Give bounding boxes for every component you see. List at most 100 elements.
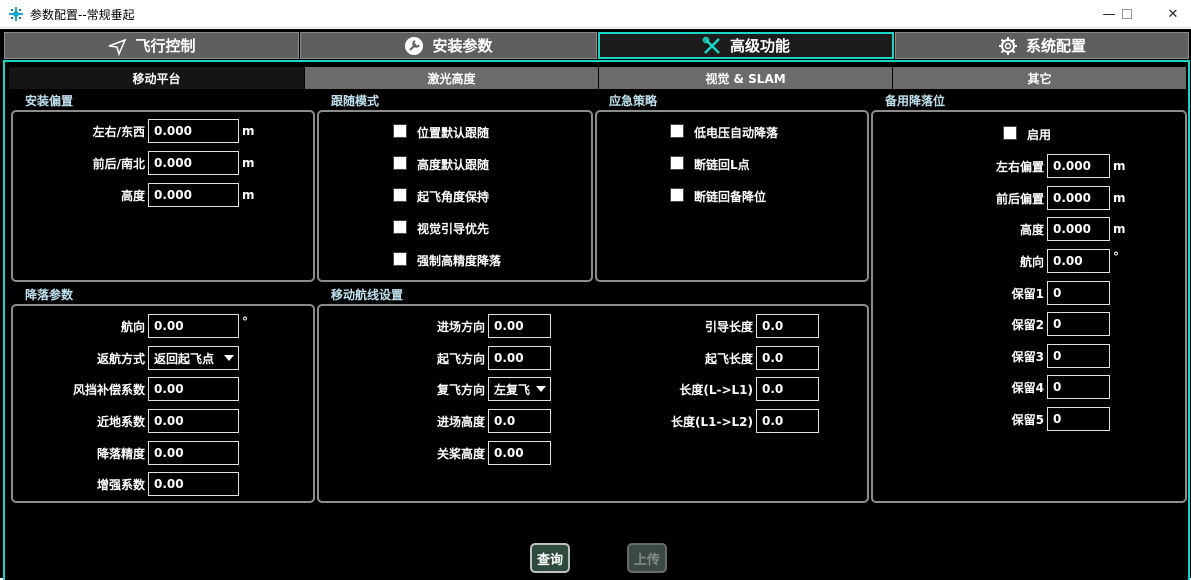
field-label: 引导长度	[704, 320, 753, 334]
field-label: 复飞方向	[436, 383, 485, 397]
backup-fb-offset-input[interactable]: 0.000	[1047, 186, 1110, 210]
field-label: 降落精度	[96, 447, 145, 461]
low-voltage-landing-checkbox[interactable]	[670, 124, 684, 138]
reserved3-input[interactable]: 0	[1047, 344, 1110, 368]
unit-label: °	[242, 315, 248, 329]
backup-landing-group: 启用 左右偏置 0.000 m 前后偏置 0.000 m 高度 0.000 m …	[871, 110, 1187, 503]
checkbox-label: 断链回L点	[694, 158, 750, 172]
route-settings-title: 移动航线设置	[331, 288, 404, 302]
unit-label: m	[1113, 222, 1126, 236]
chevron-down-icon	[536, 386, 546, 392]
reserved5-input[interactable]: 0	[1047, 407, 1110, 431]
tab-flight-control[interactable]: 飞行控制	[4, 32, 299, 59]
checkbox-label: 起飞角度保持	[417, 190, 490, 204]
close-icon[interactable]: ✕	[1150, 0, 1191, 28]
approach-direction-input[interactable]: 0.00	[488, 314, 551, 338]
backup-heading-input[interactable]: 0.00	[1047, 249, 1110, 273]
ground-coef-input[interactable]: 0.00	[148, 409, 239, 433]
chevron-down-icon	[224, 355, 234, 361]
tab-install-params[interactable]: 安装参数	[300, 32, 597, 59]
field-label: 保留3	[1011, 350, 1044, 364]
upload-button[interactable]: 上传	[627, 543, 667, 573]
checkbox-label: 视觉引导优先	[417, 222, 490, 236]
backup-landing-title: 备用降落位	[885, 94, 946, 108]
field-label: 风挡补偿系数	[72, 383, 145, 397]
field-label: 保留5	[1011, 413, 1044, 427]
emergency-title: 应急策略	[609, 94, 658, 108]
maximize-icon[interactable]	[1104, 0, 1150, 28]
wind-compensation-input[interactable]: 0.00	[148, 377, 239, 401]
backup-lr-offset-input[interactable]: 0.000	[1047, 154, 1110, 178]
field-label: 起飞长度	[704, 352, 753, 366]
window-title: 参数配置--常规垂起	[30, 8, 135, 22]
field-label: 增强系数	[96, 478, 145, 492]
route-settings-group: 进场方向 0.00 起飞方向 0.00 复飞方向 左复飞 进场高度 0.0 关桨…	[317, 304, 869, 503]
emergency-group: 低电压自动降落 断链回L点 断链回备降位	[595, 110, 869, 282]
force-precision-checkbox[interactable]	[393, 252, 407, 266]
field-label: 前后/南北	[92, 157, 145, 171]
offset-fb-input[interactable]: 0.000	[148, 151, 239, 175]
subtab-laser-height[interactable]: 激光高度	[305, 67, 599, 89]
landing-params-group: 航向 0.00 ° 返航方式 返回起飞点 风挡补偿系数 0.00 近地系数 0.…	[11, 304, 315, 503]
field-label: 左右偏置	[995, 160, 1044, 174]
field-label: 长度(L->L1)	[679, 383, 753, 397]
backup-height-input[interactable]: 0.000	[1047, 217, 1110, 241]
reserved2-input[interactable]: 0	[1047, 312, 1110, 336]
field-label: 进场方向	[436, 320, 485, 334]
install-offset-group: 左右/东西 0.000 m 前后/南北 0.000 m 高度 0.000 m	[11, 110, 315, 282]
offset-lr-input[interactable]: 0.000	[148, 119, 239, 143]
reserved4-input[interactable]: 0	[1047, 375, 1110, 399]
field-label: 长度(L1->L2)	[671, 415, 753, 429]
length-l1-l2-input[interactable]: 0.0	[756, 409, 819, 433]
guide-length-input[interactable]: 0.0	[756, 314, 819, 338]
follow-position-checkbox[interactable]	[393, 124, 407, 138]
follow-mode-title: 跟随模式	[331, 94, 380, 108]
tab-advanced[interactable]: 高级功能	[598, 32, 894, 59]
backup-enable-checkbox[interactable]	[1003, 126, 1017, 140]
query-button[interactable]: 查询	[530, 543, 570, 573]
link-lost-backup-checkbox[interactable]	[670, 188, 684, 202]
return-mode-select[interactable]: 返回起飞点	[148, 346, 239, 370]
enhance-coef-input[interactable]: 0.00	[148, 472, 239, 496]
subtab-other[interactable]: 其它	[893, 67, 1187, 89]
field-label: 起飞方向	[436, 352, 485, 366]
go-around-direction-select[interactable]: 左复飞	[488, 377, 551, 401]
takeoff-direction-input[interactable]: 0.00	[488, 346, 551, 370]
reserved1-input[interactable]: 0	[1047, 281, 1110, 305]
follow-height-checkbox[interactable]	[393, 156, 407, 170]
unit-label: m	[1113, 191, 1126, 205]
wrench-circle-icon	[405, 36, 424, 55]
field-label: 保留4	[1011, 381, 1044, 395]
window-titlebar: 参数配置--常规垂起 — ✕	[0, 0, 1191, 28]
subtab-vision-slam[interactable]: 视觉 & SLAM	[599, 67, 893, 89]
field-label: 左右/东西	[92, 125, 145, 139]
subtab-mobile-platform[interactable]: 移动平台	[9, 67, 305, 89]
landing-heading-input[interactable]: 0.00	[148, 314, 239, 338]
checkbox-label: 低电压自动降落	[694, 126, 779, 140]
field-label: 前后偏置	[995, 192, 1044, 206]
landing-params-title: 降落参数	[25, 288, 74, 302]
plane-icon	[109, 38, 127, 56]
field-label: 返航方式	[96, 352, 145, 366]
link-lost-return-l-checkbox[interactable]	[670, 156, 684, 170]
prop-stop-height-input[interactable]: 0.00	[488, 441, 551, 465]
checkbox-label: 高度默认跟随	[417, 158, 490, 172]
offset-height-input[interactable]: 0.000	[148, 183, 239, 207]
unit-label: °	[1113, 250, 1119, 264]
field-label: 进场高度	[436, 415, 485, 429]
main-window: 飞行控制 安装参数 高级功能 系统配置 移动平台 激光高度 视觉 & SLAM …	[0, 29, 1191, 580]
checkbox-label: 断链回备降位	[694, 190, 767, 204]
tools-icon	[702, 36, 720, 54]
landing-precision-input[interactable]: 0.00	[148, 441, 239, 465]
takeoff-angle-checkbox[interactable]	[393, 188, 407, 202]
takeoff-length-input[interactable]: 0.0	[756, 346, 819, 370]
unit-label: m	[242, 188, 255, 202]
app-icon	[9, 7, 23, 21]
approach-height-input[interactable]: 0.0	[488, 409, 551, 433]
tab-system-config[interactable]: 系统配置	[895, 32, 1189, 59]
install-offset-title: 安装偏置	[25, 94, 74, 108]
vision-guide-checkbox[interactable]	[393, 220, 407, 234]
field-label: 近地系数	[96, 415, 145, 429]
gear-icon	[998, 36, 1017, 55]
length-l-l1-input[interactable]: 0.0	[756, 377, 819, 401]
